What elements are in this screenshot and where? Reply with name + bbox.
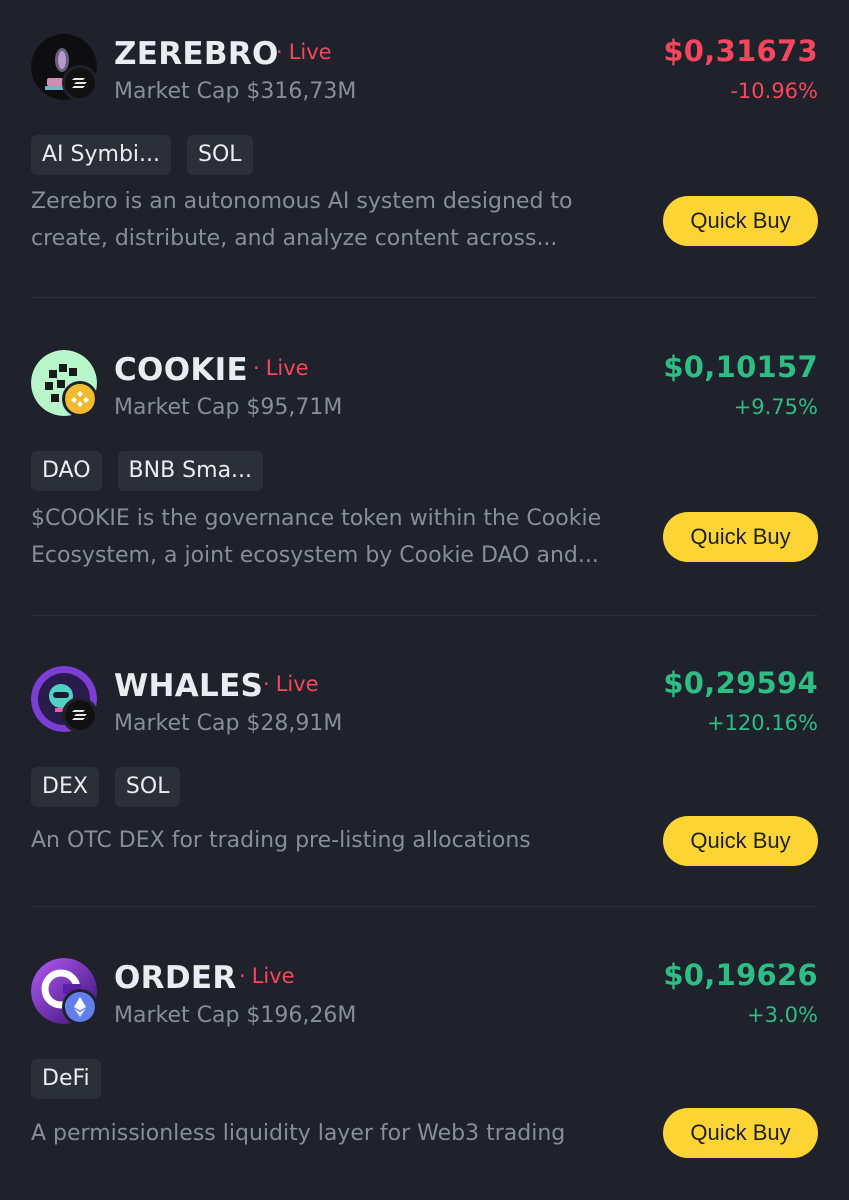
token-logo (31, 958, 98, 1025)
token-description: An OTC DEX for trading pre-listing alloc… (31, 828, 531, 853)
quick-buy-button[interactable]: Quick Buy (663, 196, 818, 246)
live-badge: · Live (263, 672, 319, 696)
live-badge: · Live (276, 40, 332, 64)
tag-chip[interactable]: DEX (31, 767, 99, 807)
token-price: $0,19626 (663, 958, 818, 992)
token-logo (31, 34, 98, 101)
token-name: ORDER (114, 960, 237, 996)
tag-list: DAO BNB Sma... (31, 451, 264, 491)
tag-chip[interactable]: DeFi (31, 1059, 101, 1099)
token-list: ZEREBRO · Live Market Cap $316,73M $0,316… (0, 0, 849, 1200)
quick-buy-button[interactable]: Quick Buy (663, 816, 818, 866)
token-name: WHALES (114, 668, 264, 704)
divider (31, 906, 818, 907)
tag-list: AI Symbi... SOL (31, 135, 253, 175)
token-logo (31, 350, 98, 417)
tag-list: DeFi (31, 1059, 101, 1099)
price-change: -10.96% (730, 79, 818, 103)
live-badge: · Live (239, 964, 295, 988)
live-badge: · Live (253, 356, 309, 380)
token-name: ZEREBRO (114, 36, 279, 72)
quick-buy-button[interactable]: Quick Buy (663, 512, 818, 562)
market-cap: Market Cap $196,26M (114, 1003, 357, 1028)
bnb-icon (62, 381, 98, 417)
market-cap: Market Cap $28,91M (114, 711, 343, 736)
price-change: +3.0% (747, 1003, 818, 1027)
tag-chip[interactable]: SOL (187, 135, 253, 175)
tag-chip[interactable]: BNB Sma... (117, 451, 264, 491)
token-price: $0,31673 (663, 34, 818, 68)
solana-icon (62, 65, 98, 101)
token-price: $0,10157 (663, 350, 818, 384)
tag-chip[interactable]: AI Symbi... (31, 135, 172, 175)
token-description: $COOKIE is the governance token within t… (31, 506, 602, 568)
divider (31, 297, 818, 298)
quick-buy-button[interactable]: Quick Buy (663, 1108, 818, 1158)
tag-chip[interactable]: DAO (31, 451, 102, 491)
solana-icon (62, 697, 98, 733)
market-cap: Market Cap $95,71M (114, 395, 343, 420)
token-description: Zerebro is an autonomous AI system desig… (31, 189, 573, 251)
token-name: COOKIE (114, 352, 248, 388)
tag-list: DEX SOL (31, 767, 181, 807)
token-price: $0,29594 (663, 666, 818, 700)
divider (31, 615, 818, 616)
token-description: A permissionless liquidity layer for Web… (31, 1121, 566, 1146)
market-cap: Market Cap $316,73M (114, 79, 357, 104)
price-change: +9.75% (733, 395, 818, 419)
price-change: +120.16% (706, 711, 818, 735)
tag-chip[interactable]: SOL (114, 767, 181, 807)
token-logo (31, 666, 98, 733)
ethereum-icon (62, 989, 98, 1025)
